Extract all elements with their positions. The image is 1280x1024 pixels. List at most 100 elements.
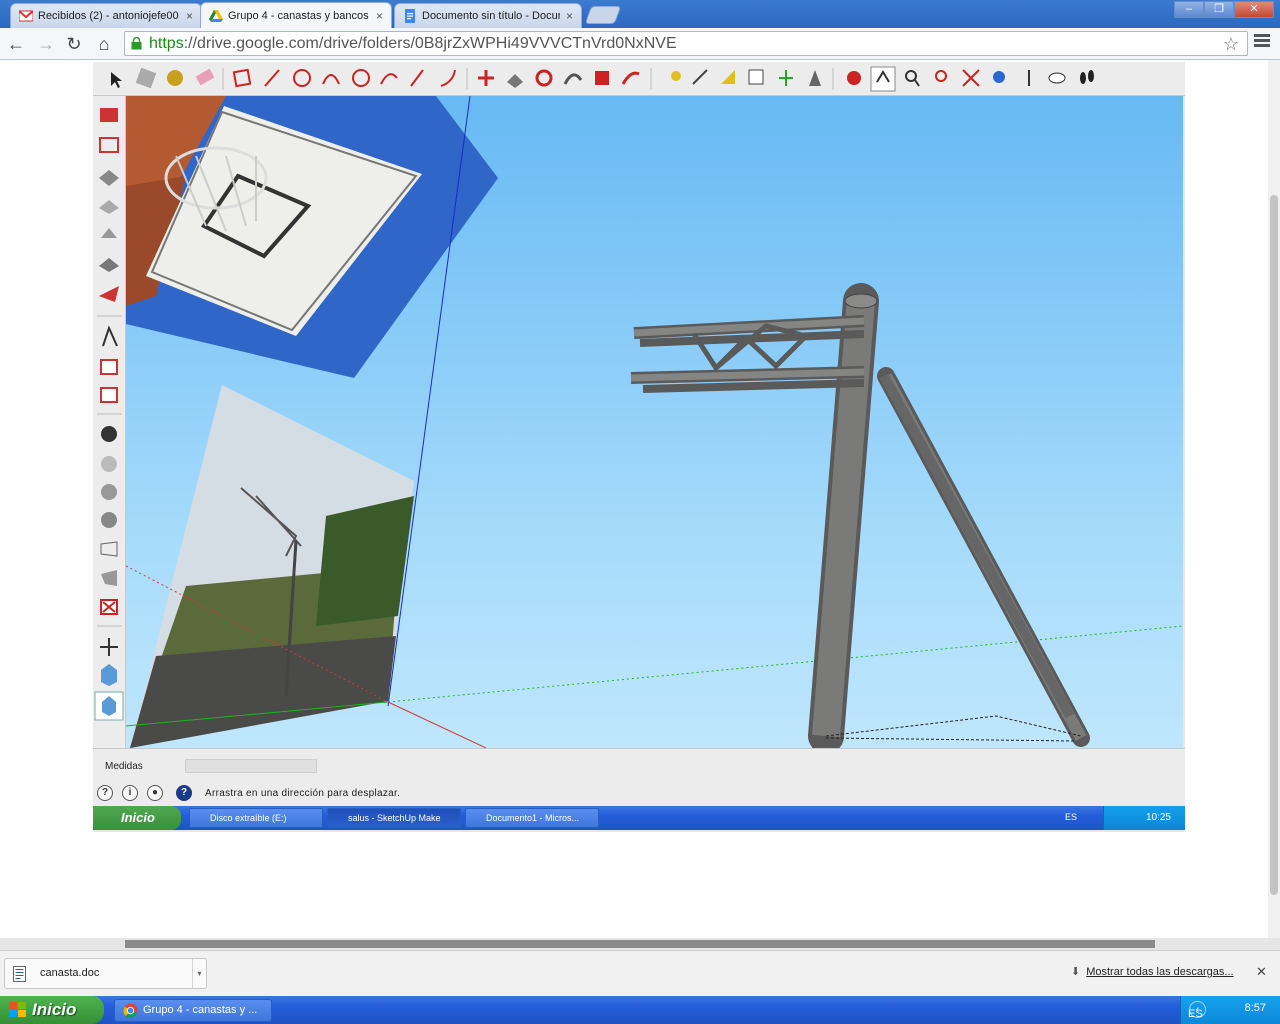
pan-hand-icon[interactable] bbox=[102, 325, 118, 347]
line-icon[interactable] bbox=[264, 69, 280, 87]
help-icon[interactable]: ? bbox=[176, 785, 192, 801]
move-icon[interactable] bbox=[478, 70, 494, 86]
download-item[interactable]: canasta.doc ▾ bbox=[4, 958, 207, 989]
arc-icon[interactable] bbox=[322, 74, 340, 85]
3d-text-icon[interactable] bbox=[809, 70, 821, 86]
select-icon[interactable] bbox=[111, 72, 122, 88]
sketchup-3d-viewport[interactable] bbox=[126, 96, 1183, 748]
walk-icon[interactable] bbox=[1080, 70, 1094, 84]
tab-drive[interactable]: Grupo 4 - canastas y bancos × bbox=[200, 2, 392, 28]
inner-task-sketchup[interactable]: salus - SketchUp Make bbox=[327, 808, 461, 828]
minimize-button[interactable]: – bbox=[1174, 1, 1204, 18]
inner-task-word[interactable]: Documento1 - Micros... bbox=[465, 808, 599, 828]
chrome-icon bbox=[123, 1003, 138, 1018]
horizontal-scroll-thumb[interactable] bbox=[125, 940, 1155, 948]
make-component-side-icon[interactable] bbox=[100, 108, 118, 122]
orbit-icon[interactable] bbox=[847, 71, 861, 85]
rectangle-icon[interactable] bbox=[232, 68, 252, 88]
offset-tool-icon[interactable] bbox=[621, 71, 640, 85]
chrome-menu-icon[interactable] bbox=[1254, 34, 1270, 48]
zoom-window-icon[interactable] bbox=[935, 70, 947, 82]
reload-button[interactable]: ↻ bbox=[62, 32, 86, 56]
sandbox-icon-4[interactable] bbox=[99, 258, 119, 272]
scene-icon-2[interactable] bbox=[100, 387, 118, 403]
new-tab-button[interactable] bbox=[584, 6, 622, 24]
zoom-icon[interactable] bbox=[905, 70, 920, 87]
outliner-icon[interactable] bbox=[94, 691, 124, 721]
toolbar-icons bbox=[111, 66, 1094, 92]
previous-view-icon[interactable] bbox=[993, 71, 1005, 83]
style-icon-1[interactable] bbox=[101, 426, 117, 442]
follow-me-icon[interactable] bbox=[440, 69, 456, 87]
screen: Recibidos (2) - antoniojefe00 × Grupo 4 … bbox=[0, 0, 1280, 1024]
tape-measure-icon[interactable] bbox=[671, 71, 681, 81]
follow-path-icon[interactable] bbox=[563, 73, 583, 85]
gmail-icon bbox=[19, 10, 33, 22]
start-button[interactable]: Inicio bbox=[0, 996, 104, 1024]
style-icon-3[interactable] bbox=[101, 484, 117, 500]
rotate-icon[interactable] bbox=[535, 69, 553, 87]
scale-icon[interactable] bbox=[595, 71, 609, 85]
protractor-icon[interactable] bbox=[721, 70, 735, 84]
dimension-icon[interactable] bbox=[692, 69, 708, 85]
tab-docs[interactable]: Documento sin título - Docum × bbox=[394, 3, 582, 28]
inner-task-disk[interactable]: Disco extraíble (E:) bbox=[189, 808, 323, 828]
close-window-button[interactable]: ✕ bbox=[1234, 1, 1274, 18]
forward-button[interactable]: → bbox=[34, 32, 58, 56]
user-icon[interactable]: ● bbox=[147, 785, 163, 801]
google-docs-icon bbox=[405, 9, 415, 23]
back-button[interactable]: ← bbox=[4, 32, 28, 56]
view-top-icon[interactable] bbox=[101, 570, 117, 586]
section-display-icon[interactable] bbox=[100, 599, 118, 615]
make-component-icon[interactable] bbox=[135, 67, 157, 89]
eraser-icon[interactable] bbox=[195, 68, 215, 86]
axes-icon[interactable] bbox=[779, 70, 793, 86]
style-icon-2[interactable] bbox=[101, 456, 117, 472]
maximize-button[interactable]: ❐ bbox=[1204, 1, 1234, 18]
inner-start-button[interactable]: Inicio bbox=[93, 806, 181, 830]
polygon-icon[interactable] bbox=[352, 69, 370, 87]
close-downloads-bar-icon[interactable]: ✕ bbox=[1256, 964, 1267, 980]
paint-bucket-icon[interactable] bbox=[167, 70, 183, 86]
push-pull-icon[interactable] bbox=[507, 74, 523, 88]
sketchup-status-bar: ? i ● ? Arrastra en una dirección para d… bbox=[93, 782, 1185, 806]
zoom-extents-icon[interactable] bbox=[962, 69, 980, 87]
measurements-input[interactable] bbox=[185, 759, 317, 773]
section-plane-icon[interactable] bbox=[99, 137, 119, 153]
sandbox-icon-2[interactable] bbox=[99, 200, 119, 214]
bookmark-star-icon[interactable]: ☆ bbox=[1223, 33, 1239, 56]
freehand-icon[interactable] bbox=[380, 73, 398, 85]
tab-label: Recibidos (2) - antoniojefe00 bbox=[38, 10, 179, 22]
home-button[interactable]: ⌂ bbox=[92, 32, 116, 56]
tab-gmail[interactable]: Recibidos (2) - antoniojefe00 × bbox=[10, 3, 202, 28]
sketchup-top-toolbar bbox=[93, 62, 1185, 96]
tab-close-icon[interactable]: × bbox=[376, 9, 383, 23]
show-all-downloads-link[interactable]: ⬇ Mostrar todas las descargas... bbox=[1071, 965, 1234, 978]
scene-icon-1[interactable] bbox=[100, 359, 118, 375]
look-around-icon[interactable] bbox=[1048, 72, 1066, 84]
circle-icon[interactable] bbox=[293, 69, 311, 87]
text-icon[interactable] bbox=[748, 69, 764, 85]
style-icon-4[interactable] bbox=[101, 512, 117, 528]
tab-close-icon[interactable]: × bbox=[186, 9, 193, 23]
component-icon[interactable] bbox=[101, 664, 117, 686]
sandbox-icon-5[interactable] bbox=[99, 286, 119, 302]
view-iso-icon[interactable] bbox=[100, 541, 118, 557]
vertical-scroll-thumb[interactable] bbox=[1270, 195, 1278, 895]
vertical-scrollbar[interactable] bbox=[1268, 60, 1280, 938]
sandbox-icon-3[interactable] bbox=[101, 228, 117, 238]
sketchup-left-toolbar bbox=[93, 96, 126, 750]
sandbox-icon-1[interactable] bbox=[99, 170, 119, 186]
geolocation-icon[interactable]: ? bbox=[97, 785, 113, 801]
pan-icon[interactable] bbox=[870, 66, 896, 92]
language-indicator[interactable]: ES bbox=[1188, 1008, 1203, 1020]
horizontal-scrollbar[interactable] bbox=[0, 938, 1280, 950]
taskbar-chrome-window[interactable]: Grupo 4 - canastas y ... bbox=[114, 999, 272, 1022]
walkthrough-icon[interactable] bbox=[100, 638, 118, 656]
status-hint: Arrastra en una dirección para desplazar… bbox=[205, 788, 401, 799]
download-menu-arrow-icon[interactable]: ▾ bbox=[192, 959, 206, 988]
address-bar[interactable]: https://drive.google.com/drive/folders/0… bbox=[124, 31, 1248, 56]
offset-icon[interactable] bbox=[410, 69, 424, 87]
info-icon[interactable]: i bbox=[122, 785, 138, 801]
tab-close-icon[interactable]: × bbox=[566, 9, 573, 23]
